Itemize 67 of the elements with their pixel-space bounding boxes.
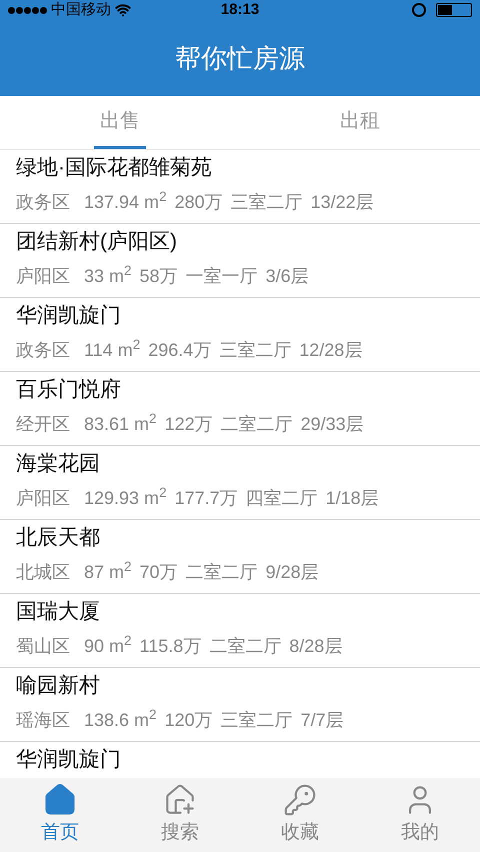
listing-area: 87 m$^{2}$ [84, 560, 132, 584]
listing-row[interactable]: 喻园新村 瑶海区 138.6 m$^{2}$ 120万 三室二厅 7/7层 [0, 668, 480, 742]
listing-price: 70万 [140, 561, 178, 584]
listing-area: 90 m$^{2}$ [84, 634, 132, 658]
listing-floor: 8/28层 [289, 635, 342, 658]
listing-name: 华润凯旋门 [16, 303, 122, 329]
listing-district: 瑶海区 [16, 709, 70, 732]
listing-layout: 二室二厅 [220, 413, 293, 436]
listing-district: 庐阳区 [16, 265, 70, 288]
listing-name: 北辰天都 [16, 525, 101, 551]
listing-price: 177.7万 [174, 487, 238, 510]
listing-district: 政务区 [16, 191, 70, 214]
listing-district: 北城区 [16, 561, 70, 584]
listing-floor: 1/18层 [326, 487, 379, 510]
listing-area: 114 m$^{2}$ [84, 338, 140, 362]
listing-row[interactable]: 北辰天都 北城区 87 m$^{2}$ 70万 二室二厅 9/28层 [0, 520, 480, 594]
carrier-name: 中国移动 [51, 0, 111, 20]
listing-price: 120万 [164, 709, 213, 732]
listing-name: 百乐门悦府 [16, 377, 122, 403]
listing-name: 华润凯旋门 [16, 747, 122, 773]
listing-name: 绿地·国际花都雏菊苑 [16, 155, 213, 181]
listing-row[interactable]: 团结新村(庐阳区) 庐阳区 33 m$^{2}$ 58万 一室一厅 3/6层 [0, 224, 480, 298]
listing-floor: 12/28层 [299, 339, 362, 362]
listing-name: 喻园新村 [16, 673, 101, 699]
listing-area: 137.94 m$^{2}$ [84, 190, 167, 214]
listing-price: 296.4万 [148, 339, 212, 362]
listing-floor: 7/7层 [300, 709, 344, 732]
listing-layout: 二室二厅 [186, 561, 258, 584]
listing-floor: 13/22层 [310, 191, 374, 214]
page-title: 帮你忙房源 [175, 42, 305, 74]
listing-layout: 三室二厅 [219, 339, 292, 362]
listing-row[interactable]: 绿地·国际花都雏菊苑 政务区 137.94 m$^{2}$ 280万 三室二厅 13/22层 [0, 150, 480, 224]
house-icon [43, 782, 77, 817]
house-icon [163, 782, 197, 817]
listing-area: 33 m$^{2}$ [84, 264, 132, 288]
battery-icon [436, 3, 472, 17]
listing-floor: 29/33层 [300, 413, 364, 436]
listing-floor: 3/6层 [266, 265, 309, 288]
listing-district: 蜀山区 [16, 635, 70, 658]
listing-price: 115.8万 [140, 635, 202, 658]
listing-layout: 一室一厅 [186, 265, 258, 288]
listing-layout: 三室二厅 [220, 709, 293, 732]
listing-layout: 四室二厅 [246, 487, 318, 510]
tab-bar-item[interactable]: 首页 [0, 778, 120, 852]
listing-district: 经开区 [16, 413, 70, 436]
signal-icon [8, 6, 47, 14]
listing-row[interactable]: 百乐门悦府 经开区 83.61 m$^{2}$ 122万 二室二厅 29/33层 [0, 372, 480, 446]
listing-name: 团结新村(庐阳区) [16, 229, 178, 255]
status-time: 18:13 [220, 0, 260, 20]
listing-price: 280万 [174, 191, 223, 214]
listing-row[interactable]: 华润凯旋门 政务区 114 m$^{2}$ 296.4万 三室二厅 12/28层 [0, 298, 480, 372]
key-icon [283, 782, 317, 817]
listing-price: 122万 [164, 413, 213, 436]
listing-row[interactable]: 海棠花园 庐阳区 129.93 m$^{2}$ 177.7万 四室二厅 1/18层 [0, 446, 480, 520]
listing-name: 国瑞大厦 [16, 599, 101, 625]
listing-row[interactable]: 国瑞大厦 蜀山区 90 m$^{2}$ 115.8万 二室二厅 8/28层 [0, 594, 480, 668]
listing-area: 129.93 m$^{2}$ [84, 486, 167, 510]
listing-layout: 三室二厅 [230, 191, 303, 214]
listing-name: 海棠花园 [16, 451, 101, 477]
listing-area: 138.6 m$^{2}$ [84, 708, 157, 732]
listing-district: 政务区 [16, 339, 70, 362]
listing-floor: 9/28层 [266, 561, 319, 584]
listing-price: 58万 [140, 265, 178, 288]
wifi-icon [115, 2, 131, 18]
listing-layout: 二室二厅 [209, 635, 282, 658]
listing-area: 83.61 m$^{2}$ [84, 412, 157, 436]
listing-district: 庐阳区 [16, 487, 70, 510]
